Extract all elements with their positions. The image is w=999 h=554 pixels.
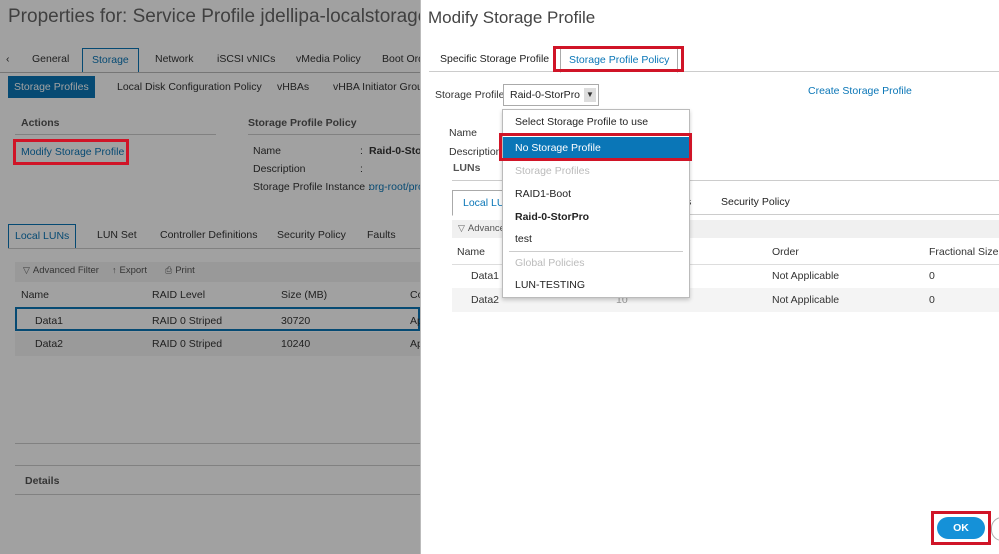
tab-storage-profile-policy[interactable]: Storage Profile Policy	[560, 47, 679, 73]
subtab-vhba-initiator-groups[interactable]: vHBA Initiator Groups	[333, 76, 434, 98]
policy-instance-label: Storage Profile Instance :	[253, 181, 371, 193]
dialog-tabs: Specific Storage Profile Storage Profile…	[429, 47, 999, 73]
dropdown-group-storage-profiles: Storage Profiles	[515, 165, 590, 177]
print-button[interactable]: ⎙ Print	[165, 265, 195, 276]
dialog-row-name: Data2	[471, 294, 500, 306]
dialog-name-label: Name	[449, 127, 478, 139]
tab-network[interactable]: Network	[155, 48, 194, 71]
storage-profile-label: Storage Profile:	[435, 89, 508, 101]
policy-colon: :	[360, 145, 363, 157]
dropdown-option-select-prompt[interactable]: Select Storage Profile to use	[503, 111, 689, 133]
tab-specific-storage-profile[interactable]: Specific Storage Profile	[440, 47, 549, 71]
dialog-row-name: Data1	[471, 270, 500, 282]
tab-prev-arrow-icon[interactable]: ‹	[6, 48, 10, 71]
row-size: 30720	[281, 315, 311, 327]
details-divider-bottom	[15, 494, 420, 495]
print-icon: ⎙	[165, 265, 173, 275]
policy-divider	[248, 134, 420, 135]
table-row[interactable]: Data2 RAID 0 Striped 10240 Applied	[15, 332, 420, 356]
dialog-description-label: Description	[449, 146, 499, 158]
row-size: 10240	[281, 338, 311, 350]
tab-iscsi-vnics[interactable]: iSCSI vNICs	[217, 48, 275, 71]
print-label: Print	[175, 265, 195, 276]
policy-heading: Storage Profile Policy	[248, 117, 357, 129]
storage-profile-select-value: Raid-0-StorPro	[510, 89, 581, 101]
details-divider-top	[15, 465, 420, 466]
tab-lun-set[interactable]: LUN Set	[97, 224, 137, 247]
col-config-state: Config State	[410, 289, 420, 301]
storage-sub-tabs: Storage Profiles Local Disk Configuratio…	[8, 76, 434, 98]
dialog-row-order: Not Applicable	[772, 270, 840, 282]
tab-general[interactable]: General	[32, 48, 69, 71]
dropdown-group-global-policies: Global Policies	[515, 257, 585, 269]
filter-icon: ▽	[458, 223, 465, 233]
tab-security-policy[interactable]: Security Policy	[277, 224, 346, 247]
subtab-storage-profiles[interactable]: Storage Profiles	[8, 76, 95, 98]
details-heading: Details	[25, 475, 60, 487]
dropdown-option-raid1-boot[interactable]: RAID1-Boot	[503, 183, 689, 205]
col-size: Size (MB)	[281, 289, 328, 301]
inner-tab-security-policy[interactable]: Security Policy	[721, 190, 790, 214]
tab-vmedia-policy[interactable]: vMedia Policy	[296, 48, 361, 71]
actions-divider	[15, 134, 216, 135]
row-raid-level: RAID 0 Striped	[152, 338, 223, 350]
storage-profile-select[interactable]: Raid-0-StorPro ▼	[503, 84, 599, 106]
ok-button[interactable]: OK	[937, 517, 985, 539]
table-bottom-divider	[15, 443, 420, 444]
lun-table-header: Name RAID Level Size (MB) Config State	[15, 283, 420, 308]
policy-colon-2: :	[360, 163, 363, 175]
tab-controller-definitions[interactable]: Controller Definitions	[160, 224, 257, 247]
create-storage-profile-link[interactable]: Create Storage Profile	[808, 85, 912, 97]
dropdown-option-lun-testing[interactable]: LUN-TESTING	[503, 274, 689, 296]
tab-local-luns[interactable]: Local LUNs	[8, 224, 77, 248]
col-raid-level: RAID Level	[152, 289, 206, 301]
row-config-state: Applied	[410, 338, 420, 350]
export-button[interactable]: ↑ Export	[112, 265, 147, 276]
policy-name-label: Name	[253, 145, 282, 157]
tab-faults[interactable]: Faults	[367, 224, 396, 247]
export-label: Export	[119, 265, 147, 276]
dialog-row-order: Not Applicable	[772, 294, 840, 306]
lun-tabs: Local LUNs LUN Set Controller Definition…	[8, 224, 420, 249]
tab-storage[interactable]: Storage	[82, 48, 139, 72]
row-config-state: Applied	[410, 315, 420, 327]
policy-description-label: Description	[253, 163, 306, 175]
storage-profile-dropdown: Select Storage Profile to use No Storage…	[502, 109, 690, 298]
dropdown-option-raid-0-storpro[interactable]: Raid-0-StorPro	[503, 206, 689, 228]
page-title: Properties for: Service Profile jdellipa…	[8, 6, 429, 27]
export-icon: ↑	[112, 265, 117, 275]
lun-toolbar: ▽ Advanced Filter ↑ Export ⎙ Print	[15, 262, 420, 282]
row-raid-level: RAID 0 Striped	[152, 315, 223, 327]
luns-heading: LUNs	[453, 162, 481, 174]
dropdown-option-no-storage-profile[interactable]: No Storage Profile	[503, 137, 689, 159]
dialog-col-name: Name	[457, 246, 486, 258]
dialog-col-order: Order	[772, 246, 799, 258]
dropdown-option-test[interactable]: test	[503, 228, 689, 250]
subtab-local-disk-config[interactable]: Local Disk Configuration Policy	[117, 76, 262, 98]
col-name: Name	[21, 289, 50, 301]
row-name: Data2	[35, 338, 64, 350]
dialog-title: Modify Storage Profile	[428, 8, 596, 27]
actions-heading: Actions	[21, 117, 60, 129]
filter-icon: ▽	[23, 265, 30, 275]
advanced-filter-label: Advanced Filter	[32, 265, 99, 276]
dialog-row-fractional: 0	[929, 294, 935, 306]
row-name: Data1	[35, 315, 64, 327]
chevron-down-icon[interactable]: ▼	[584, 88, 596, 102]
main-tabs: ‹ General Storage Network iSCSI vNICs vM…	[0, 48, 433, 73]
modify-storage-profile-link[interactable]: Modify Storage Profile	[21, 146, 124, 158]
table-row[interactable]: Data1 RAID 0 Striped 30720 Applied	[15, 307, 420, 331]
dialog-col-fractional-size: Fractional Size (M	[929, 246, 999, 258]
subtab-vhbas[interactable]: vHBAs	[277, 76, 309, 98]
dialog-row-fractional: 0	[929, 270, 935, 282]
advanced-filter-button[interactable]: ▽ Advanced Filter	[23, 265, 99, 276]
